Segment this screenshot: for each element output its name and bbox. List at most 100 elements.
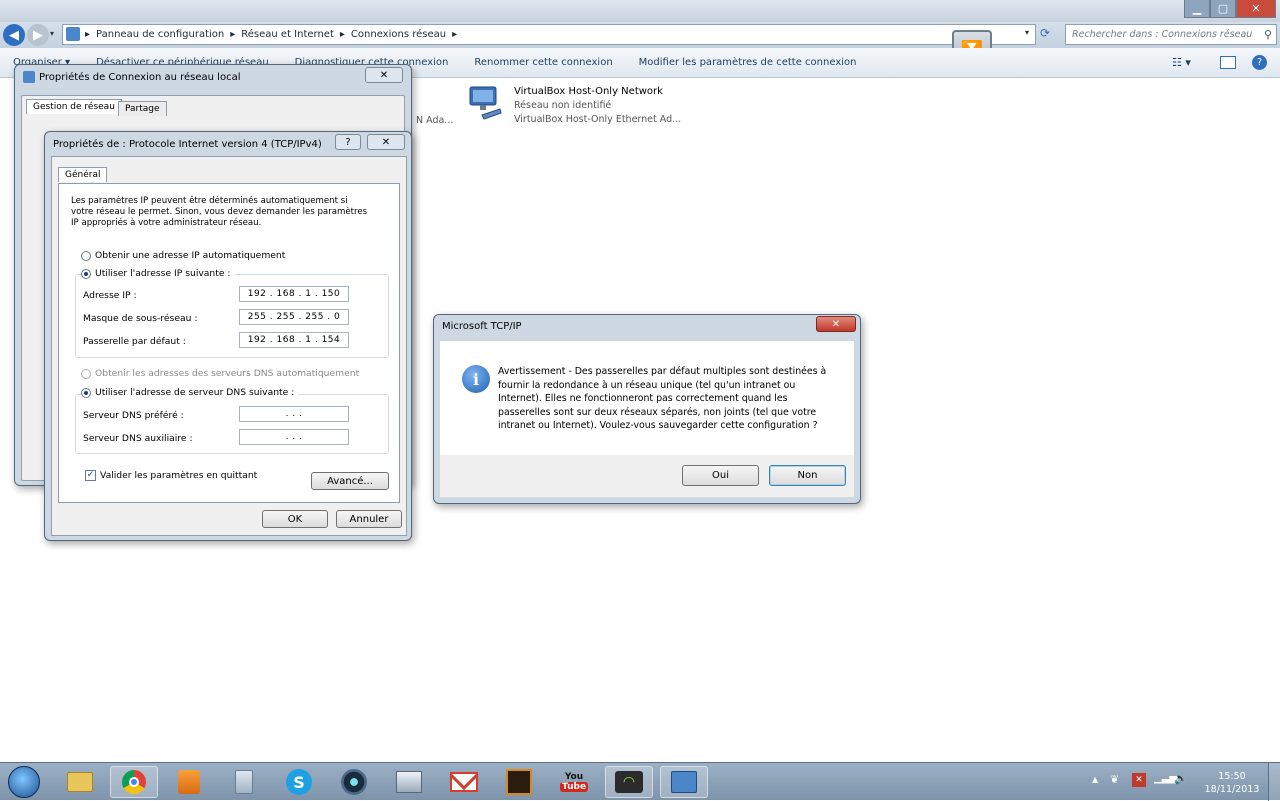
control-panel-taskbar-icon[interactable] — [660, 766, 708, 798]
validate-option[interactable]: ✓ Valider les paramètres en quittant — [85, 470, 257, 481]
show-hidden-icons-icon[interactable]: ▲ — [1092, 775, 1098, 784]
history-dropdown-icon[interactable]: ▾ — [50, 29, 54, 38]
back-arrow-icon[interactable]: ◀ — [3, 24, 25, 46]
breadcrumb-item[interactable]: Panneau de configuration — [96, 29, 224, 40]
forward-arrow-icon[interactable]: ▶ — [27, 24, 49, 46]
alert-dialog: Microsoft TCP/IP ✕ i Avertissement - Des… — [433, 314, 861, 504]
general-tab-panel: Les paramètres IP peuvent être déterminé… — [58, 183, 400, 503]
alert-title: Microsoft TCP/IP — [442, 321, 522, 332]
alert-message: Avertissement - Des passerelles par défa… — [498, 366, 827, 431]
tray-app-icon[interactable]: ❦ — [1110, 773, 1119, 786]
manual-dns-option[interactable]: Utiliser l'adresse de serveur DNS suivan… — [81, 387, 299, 398]
clock-time: 15:50 — [1218, 771, 1246, 782]
breadcrumb-separator-icon: ▸ — [452, 29, 458, 40]
dns1-label: Serveur DNS préféré : — [83, 410, 184, 421]
address-dropdown-icon[interactable]: ▾ — [1025, 28, 1029, 37]
breadcrumb-separator-icon: ▸ — [339, 29, 345, 40]
manual-ip-radio[interactable] — [81, 268, 91, 279]
help-button[interactable]: ? — [335, 134, 361, 150]
tcpip-properties-title: Propriétés de : Protocole Internet versi… — [53, 139, 322, 150]
cancel-button[interactable]: Annuler — [336, 510, 402, 528]
preview-pane-icon[interactable] — [1220, 56, 1236, 69]
auto-dns-option[interactable]: Obtenir les adresses des serveurs DNS au… — [81, 368, 359, 379]
volume-icon[interactable]: 🔈 — [1174, 772, 1188, 785]
action-center-icon[interactable]: ✕ — [1132, 773, 1146, 787]
forums-icon[interactable] — [495, 766, 543, 798]
subnet-mask-field[interactable]: 255 . 255 . 255 . 0 — [239, 309, 349, 325]
recycle-bin-icon[interactable] — [220, 766, 268, 798]
breadcrumb-item[interactable]: Connexions réseau — [351, 29, 446, 40]
network-name[interactable]: VirtualBox Host-Only Network — [514, 86, 663, 97]
ip-address-label: Adresse IP : — [83, 290, 137, 301]
start-orb-icon[interactable] — [0, 766, 48, 798]
ip-address-field[interactable]: 192 . 168 . 1 . 150 — [239, 286, 349, 302]
toolbar-rename[interactable]: Renommer cette connexion — [461, 57, 625, 68]
taskbar: S You Tube ◠ ▲ ❦ ✕ ▁▃▅ 🔈 15:50 18/11/2013 — [0, 762, 1280, 801]
tcpip-properties-window: Propriétés de : Protocole Internet versi… — [44, 131, 412, 541]
maximize-button[interactable]: ▢ — [1210, 0, 1236, 18]
ok-button[interactable]: OK — [262, 510, 328, 528]
close-button[interactable]: ✕ — [1236, 0, 1276, 18]
manual-ip-label: Utiliser l'adresse IP suivante : — [95, 268, 231, 279]
auto-dns-radio[interactable] — [81, 368, 91, 379]
explorer-icon[interactable] — [56, 766, 104, 798]
youtube-label-top: You — [564, 772, 584, 782]
lan-close-button[interactable]: ✕ — [365, 67, 403, 83]
refresh-icon[interactable]: ⟳ — [1040, 26, 1058, 44]
advanced-button[interactable]: Avancé... — [311, 472, 389, 490]
toolbar-change-settings[interactable]: Modifier les paramètres de cette connexi… — [626, 57, 870, 68]
network-adapter-name: VirtualBox Host-Only Ethernet Ad... — [514, 114, 682, 125]
chrome-icon[interactable] — [110, 766, 158, 798]
tab-network[interactable]: Gestion de réseau — [26, 99, 122, 114]
address-row: ◀ ▶ ▾ ▸ Panneau de configuration ▸ Résea… — [0, 22, 1280, 48]
breadcrumb-item[interactable]: Réseau et Internet — [241, 29, 334, 40]
show-desktop-button[interactable] — [1268, 763, 1280, 801]
auto-ip-option[interactable]: Obtenir une adresse IP automatiquement — [81, 250, 285, 261]
auto-ip-radio[interactable] — [81, 250, 91, 261]
skype-icon[interactable]: S — [275, 766, 323, 798]
alert-body: i Avertissement - Des passerelles par dé… — [440, 341, 854, 455]
tcpip-body: Général Les paramètres IP peuvent être d… — [51, 156, 407, 536]
address-bar[interactable]: ▸ Panneau de configuration ▸ Réseau et I… — [62, 24, 1036, 45]
manual-dns-label: Utiliser l'adresse de serveur DNS suivan… — [95, 387, 295, 398]
validate-checkbox[interactable]: ✓ — [85, 470, 96, 481]
validate-label: Valider les paramètres en quittant — [100, 470, 258, 481]
alert-close-button[interactable]: ✕ — [816, 316, 856, 332]
dns-group — [75, 394, 389, 454]
tab-sharing[interactable]: Partage — [118, 101, 167, 116]
tcpip-close-button[interactable]: ✕ — [367, 134, 405, 150]
search-input[interactable]: Rechercher dans : Connexions réseau ⚲ — [1065, 24, 1277, 45]
app-orange-icon[interactable] — [165, 766, 213, 798]
dns1-field[interactable]: . . . — [239, 406, 349, 422]
subnet-mask-label: Masque de sous-réseau : — [83, 313, 198, 324]
network-adapter-icon[interactable] — [468, 85, 502, 123]
clock[interactable]: 15:50 18/11/2013 — [1200, 770, 1264, 796]
minimize-button[interactable]: ▁ — [1184, 0, 1210, 18]
yes-button[interactable]: Oui — [682, 465, 759, 486]
lan-properties-title: Propriétés de Connexion au réseau local — [39, 72, 241, 83]
manual-dns-radio[interactable] — [81, 387, 91, 398]
youtube-label-bottom: Tube — [560, 782, 588, 792]
breadcrumb-separator-icon: ▸ — [85, 29, 91, 40]
search-icon[interactable]: ⚲ — [1264, 28, 1272, 41]
view-options-icon[interactable]: ☷ ▾ — [1172, 56, 1191, 69]
fax-icon[interactable] — [385, 766, 433, 798]
network-icon — [23, 71, 35, 83]
no-button[interactable]: Non — [769, 465, 846, 486]
gateway-field[interactable]: 192 . 168 . 1 . 154 — [239, 332, 349, 348]
webcam-icon[interactable] — [330, 766, 378, 798]
youtube-icon[interactable]: You Tube — [550, 766, 598, 798]
gateway-label: Passerelle par défaut : — [83, 336, 186, 347]
gmail-icon[interactable] — [440, 766, 488, 798]
control-panel-icon — [66, 27, 80, 41]
tab-general[interactable]: Général — [58, 167, 108, 182]
dns2-label: Serveur DNS auxiliaire : — [83, 433, 193, 444]
wifi-app-icon[interactable]: ◠ — [605, 766, 653, 798]
network-status: Réseau non identifié — [514, 100, 612, 111]
dns2-field[interactable]: . . . — [239, 429, 349, 445]
partial-adapter-label: N Ada... — [416, 115, 454, 126]
manual-ip-option[interactable]: Utiliser l'adresse IP suivante : — [81, 268, 235, 279]
auto-dns-label: Obtenir les adresses des serveurs DNS au… — [95, 368, 360, 379]
help-icon[interactable]: ? — [1252, 55, 1267, 70]
alert-footer: Oui Non — [440, 455, 854, 497]
